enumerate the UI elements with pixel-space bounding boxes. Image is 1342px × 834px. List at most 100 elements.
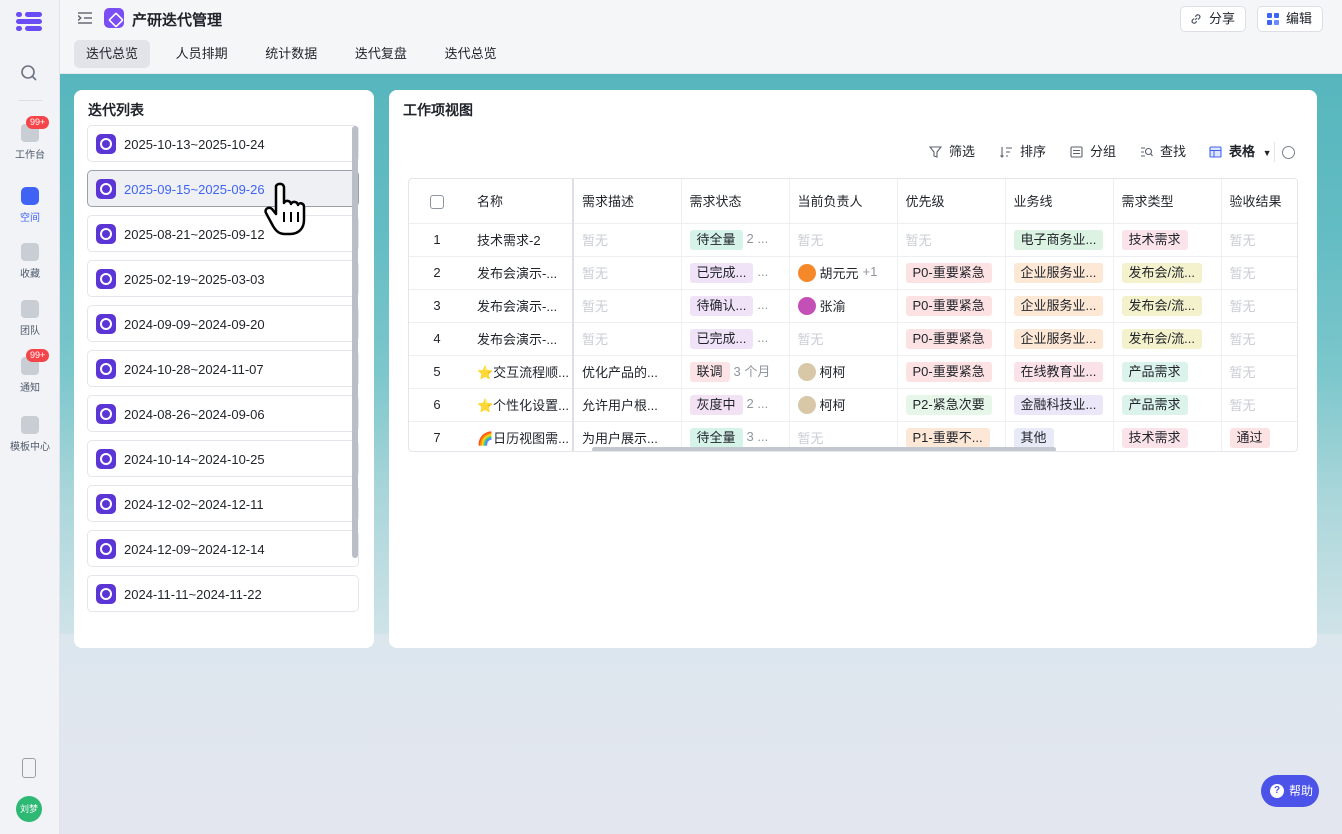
cell-status[interactable]: 联调 3 个月 [681,355,790,389]
iteration-list-scrollbar[interactable] [352,126,358,558]
cell-acceptance[interactable]: 暂无 [1221,289,1297,323]
column-header-status[interactable]: 需求状态 [681,179,790,224]
rail-item-space[interactable]: 空间 [0,187,60,224]
cell-description[interactable]: 暂无 [573,322,682,356]
table-horizontal-scrollbar[interactable] [592,447,1056,451]
cell-name[interactable]: 🌈日历视图需... [465,421,574,451]
cell-name[interactable]: 发布会演示-... [465,322,574,356]
cell-business-line[interactable]: 在线教育业... [1005,355,1114,389]
cell-type[interactable]: 发布会/流... [1113,322,1222,356]
app-logo-icon[interactable] [16,12,42,32]
search-icon[interactable] [20,64,38,82]
tab-statistics[interactable]: 统计数据 [253,40,329,68]
cell-priority[interactable]: P0-重要紧急 [897,256,1006,290]
iteration-item[interactable]: 2025-08-21~2025-09-12 [87,215,359,252]
cell-type[interactable]: 发布会/流... [1113,256,1222,290]
cell-name[interactable]: ⭐交互流程顺... [465,355,574,389]
group-button[interactable]: 分组 [1070,142,1116,162]
cell-business-line[interactable]: 金融科技业... [1005,388,1114,422]
tab-iteration-overview[interactable]: 迭代总览 [74,40,151,68]
tab-iteration-overview-2[interactable]: 迭代总览 [433,40,509,68]
iteration-item[interactable]: 2024-08-26~2024-09-06 [87,395,359,432]
cell-business-line[interactable]: 电子商务业... [1005,223,1114,257]
column-header-priority[interactable]: 优先级 [897,179,1006,224]
cell-owner[interactable]: 张渝 [789,289,898,323]
iteration-item[interactable]: 2024-11-11~2024-11-22 [87,575,359,612]
rail-item-favorites[interactable]: 收藏 [0,243,60,280]
iteration-item[interactable]: 2025-09-15~2025-09-26 [87,170,359,207]
cell-owner[interactable]: 胡元元 +1 [789,256,898,290]
rail-item-templates[interactable]: 模板中心 [0,416,60,453]
cell-owner[interactable]: 柯柯 [789,355,898,389]
view-switcher[interactable]: 表格 ▼ [1209,142,1272,163]
cell-status[interactable]: 已完成...... [681,322,790,356]
iteration-item[interactable]: 2024-10-28~2024-11-07 [87,350,359,387]
sidebar-collapse-icon[interactable] [78,12,92,24]
cell-description[interactable]: 暂无 [573,289,682,323]
cell-description[interactable]: 暂无 [573,223,682,257]
column-header-name[interactable]: 名称 [465,179,574,224]
iteration-item[interactable]: 2024-12-09~2024-12-14 [87,530,359,567]
mobile-icon[interactable] [22,758,36,778]
cell-owner[interactable]: 柯柯 [789,388,898,422]
column-header-description[interactable]: 需求描述 [573,179,682,224]
settings-gear-icon[interactable] [1282,146,1295,159]
iteration-item[interactable]: 2024-10-14~2024-10-25 [87,440,359,477]
cell-priority[interactable]: 暂无 [897,223,1006,257]
cell-name[interactable]: 发布会演示-... [465,289,574,323]
cell-status[interactable]: 已完成...... [681,256,790,290]
iteration-item[interactable]: 2024-12-02~2024-12-11 [87,485,359,522]
cell-owner[interactable]: 暂无 [789,322,898,356]
cell-priority[interactable]: P0-重要紧急 [897,322,1006,356]
column-header-business-line[interactable]: 业务线 [1005,179,1114,224]
cell-business-line[interactable]: 企业服务业... [1005,322,1114,356]
table-row[interactable]: 3 发布会演示-... 暂无 待确认...... 张渝 P0-重要紧急 企业服务业... 发布… [409,289,1297,323]
column-header-owner[interactable]: 当前负责人 [789,179,898,224]
tab-staff-schedule[interactable]: 人员排期 [164,40,240,68]
select-all-checkbox[interactable] [430,194,444,209]
rail-item-workbench[interactable]: 工作台 99+ [0,116,60,161]
find-button[interactable]: 查找 [1140,142,1186,162]
rail-item-team[interactable]: 团队 [0,300,60,337]
cell-business-line[interactable]: 企业服务业... [1005,256,1114,290]
iteration-item[interactable]: 2024-09-09~2024-09-20 [87,305,359,342]
filter-button[interactable]: 筛选 [929,142,975,162]
cell-name[interactable]: 发布会演示-... [465,256,574,290]
cell-acceptance[interactable]: 暂无 [1221,388,1297,422]
cell-acceptance[interactable]: 暂无 [1221,322,1297,356]
cell-status[interactable]: 灰度中 2 ... [681,388,790,422]
cell-status[interactable]: 待全量 2 ... [681,223,790,257]
cell-type[interactable]: 技术需求 [1113,421,1222,451]
cell-priority[interactable]: P0-重要紧急 [897,289,1006,323]
sort-button[interactable]: 排序 [1000,142,1046,162]
cell-type[interactable]: 产品需求 [1113,388,1222,422]
iteration-item[interactable]: 2025-02-19~2025-03-03 [87,260,359,297]
cell-type[interactable]: 产品需求 [1113,355,1222,389]
avatar[interactable]: 刘梦 [16,796,42,822]
cell-business-line[interactable]: 企业服务业... [1005,289,1114,323]
share-button[interactable]: 分享 [1180,6,1247,32]
rail-item-notifications[interactable]: 通知 99+ [0,349,60,394]
table-row[interactable]: 6 ⭐个性化设置... 允许用户根... 灰度中 2 ... 柯柯 P2-紧急次要 金融科技业… [409,388,1297,422]
table-row[interactable]: 5 ⭐交互流程顺... 优化产品的... 联调 3 个月 柯柯 P0-重要紧急 在线教育业..… [409,355,1297,389]
cell-acceptance[interactable]: 暂无 [1221,223,1297,257]
cell-name[interactable]: 技术需求-2 [465,223,574,257]
cell-type[interactable]: 技术需求 [1113,223,1222,257]
help-button[interactable]: ? 帮助 [1261,775,1319,807]
cell-description[interactable]: 允许用户根... [573,388,682,422]
column-header-type[interactable]: 需求类型 [1113,179,1222,224]
tab-iteration-review[interactable]: 迭代复盘 [343,40,419,68]
table-row[interactable]: 1 技术需求-2 暂无 待全量 2 ... 暂无 暂无 电子商务业... 技术需求 暂无 [409,223,1297,257]
iteration-item[interactable]: 2025-10-13~2025-10-24 [87,125,359,162]
cell-acceptance[interactable]: 暂无 [1221,256,1297,290]
table-row[interactable]: 2 发布会演示-... 暂无 已完成...... 胡元元 +1 P0-重要紧急 企业服务业..… [409,256,1297,290]
cell-acceptance[interactable]: 暂无 [1221,355,1297,389]
cell-owner[interactable]: 暂无 [789,223,898,257]
cell-name[interactable]: ⭐个性化设置... [465,388,574,422]
cell-acceptance[interactable]: 通过 [1221,421,1297,451]
table-row[interactable]: 4 发布会演示-... 暂无 已完成...... 暂无 P0-重要紧急 企业服务业... 发布… [409,322,1297,356]
edit-button[interactable]: 编辑 [1257,6,1324,32]
cell-type[interactable]: 发布会/流... [1113,289,1222,323]
cell-priority[interactable]: P0-重要紧急 [897,355,1006,389]
column-header-acceptance[interactable]: 验收结果 [1221,179,1297,224]
